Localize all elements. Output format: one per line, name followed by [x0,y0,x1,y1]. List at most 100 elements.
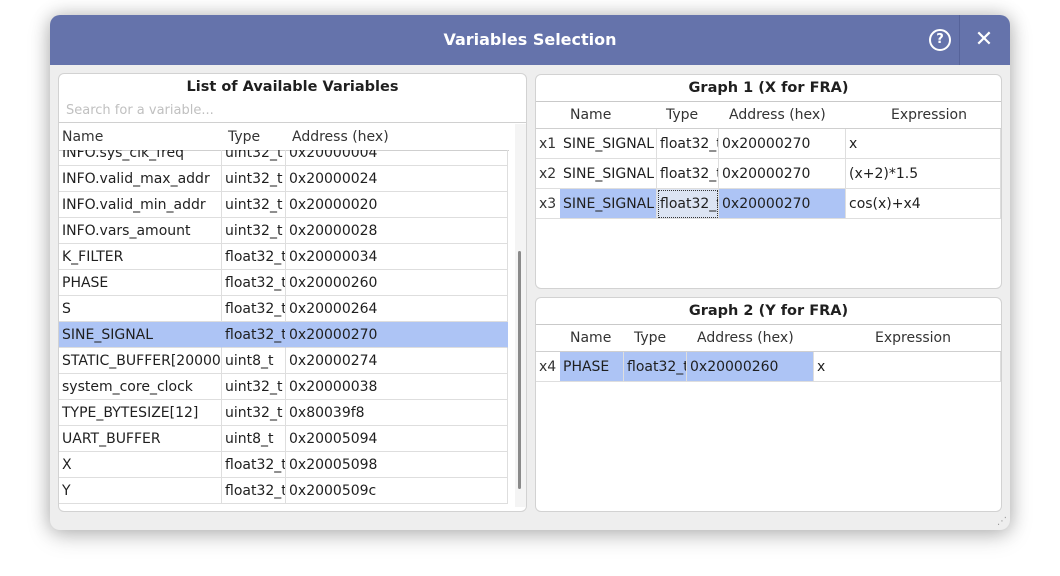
table-row[interactable]: x3 SINE_SIGNAL float32_t 0x20000270 cos(x)+x… [536,189,1001,219]
expression-field[interactable]: x [814,352,1001,382]
cell-address: 0x20000274 [286,348,508,374]
table-row[interactable]: PHASE float32_t 0x20000260 [59,270,509,296]
table-row[interactable]: INFO.valid_min_addr uint32_t 0x20000020 [59,192,509,218]
cell-name: INFO.sys_clk_freq [59,150,222,166]
expression-field[interactable]: (x+2)*1.5 [846,159,1001,189]
close-icon[interactable]: ✕ [970,25,998,55]
cell-name: INFO.vars_amount [59,218,222,244]
cell-type: uint32_t [222,150,286,166]
cell-name: X [59,452,222,478]
graph2-header-expression[interactable]: Expression [872,325,982,351]
cell-name: K_FILTER [59,244,222,270]
cell-type: float32_t [222,244,286,270]
scrollbar-thumb[interactable] [518,251,521,489]
cell-type: uint32_t [222,166,286,192]
cell-address: 0x20000270 [719,159,846,189]
cell-type: float32_t [222,270,286,296]
cell-address: 0x2000509c [286,478,508,504]
variables-selection-dialog: Variables Selection ? ✕ List of Availabl… [50,15,1010,530]
expression-field[interactable]: x [846,129,1001,159]
cell-type: float32_t [222,296,286,322]
table-row[interactable]: x1 SINE_SIGNAL float32_t 0x20000270 x [536,129,1001,159]
cell-address: 0x20000028 [286,218,508,244]
cell-type: float32_t [222,452,286,478]
cell-address: 0x20000004 [286,150,508,166]
cell-name: system_core_clock [59,374,222,400]
available-variables-panel: List of Available Variables Name Type Ad… [58,73,527,512]
table-row[interactable]: INFO.vars_amount uint32_t 0x20000028 [59,218,509,244]
row-id-label: x3 [536,189,560,219]
resize-grip-icon[interactable]: ⋰ [997,516,1007,527]
table-row[interactable]: x4 PHASE float32_t 0x20000260 x [536,352,1001,382]
graph2-title: Graph 2 (Y for FRA) [536,298,1001,325]
cell-address: 0x20000024 [286,166,508,192]
cell-name: SINE_SIGNAL [59,322,222,348]
table-row[interactable]: Yfloat32_t 0x2000509c [59,478,509,504]
row-id-label: x2 [536,159,560,189]
cell-type: uint32_t [222,400,286,426]
cell-type: float32_t [222,478,286,504]
cell-type: uint32_t [222,374,286,400]
cell-name: UART_BUFFER [59,426,222,452]
title-bar[interactable]: Variables Selection ? ✕ [50,15,1010,65]
table-row[interactable]: x2 SINE_SIGNAL float32_t 0x20000270 (x+2)*1.… [536,159,1001,189]
table-row[interactable]: Sfloat32_t 0x20000264 [59,296,509,322]
graph2-header-name[interactable]: Name [567,325,627,351]
row-id-label: x4 [536,352,560,382]
cell-address: 0x20000038 [286,374,508,400]
cell-address: 0x20000270 [719,129,846,159]
available-variables-table: INFO.sys_clk_freq uint32_t 0x20000004 INFO.… [59,150,509,510]
graph1-table: x1 SINE_SIGNAL float32_t 0x20000270 x x2 SINE_… [536,129,1001,279]
cell-name: TYPE_BYTESIZE[12] [59,400,222,426]
table-row[interactable]: Xfloat32_t 0x20005098 [59,452,509,478]
cell-name: S [59,296,222,322]
cell-name: STATIC_BUFFER[20000] [59,348,222,374]
cell-name: SINE_SIGNAL [560,159,657,189]
table-row[interactable]: TYPE_BYTESIZE[12] uint32_t 0x80039f8 [59,400,509,426]
table-row[interactable]: UART_BUFFER uint8_t 0x20005094 [59,426,509,452]
cell-name: PHASE [560,352,624,382]
cell-name: INFO.valid_min_addr [59,192,222,218]
cell-type: uint32_t [222,218,286,244]
table-row[interactable]: K_FILTER float32_t 0x20000034 [59,244,509,270]
cell-address: 0x20000034 [286,244,508,270]
cell-type: float32_t [657,129,719,159]
graph1-table-header: Name Type Address (hex) Expression [536,102,1001,129]
row-id-label: x1 [536,129,560,159]
graph1-header-name[interactable]: Name [567,102,631,128]
cell-name: INFO.valid_max_addr [59,166,222,192]
expression-field[interactable]: cos(x)+x4 [846,189,1001,219]
graph2-panel: Graph 2 (Y for FRA) Name Type Address (h… [535,297,1002,512]
help-icon[interactable]: ? [929,29,951,51]
cell-address: 0x20005094 [286,426,508,452]
search-input[interactable] [59,99,526,123]
cell-address: 0x20000260 [687,352,814,382]
graph2-header-type[interactable]: Type [631,325,691,351]
cell-name: SINE_SIGNAL [560,129,657,159]
graph1-title: Graph 1 (X for FRA) [536,75,1001,102]
column-header-name[interactable]: Name [59,124,222,150]
column-header-address[interactable]: Address (hex) [289,124,499,150]
graph1-header-address[interactable]: Address (hex) [726,102,851,128]
dialog-title: Variables Selection [443,30,617,49]
graph2-table: x4 PHASE float32_t 0x20000260 x [536,352,1001,502]
cell-type: float32_t [657,189,719,219]
cell-name: SINE_SIGNAL [560,189,657,219]
cell-type: uint8_t [222,348,286,374]
graph1-header-expression[interactable]: Expression [888,102,998,128]
vertical-scrollbar[interactable] [515,124,526,507]
table-row[interactable]: system_core_clock uint32_t 0x20000038 [59,374,509,400]
graph1-panel: Graph 1 (X for FRA) Name Type Address (h… [535,74,1002,289]
graph1-header-type[interactable]: Type [663,102,725,128]
graph2-table-header: Name Type Address (hex) Expression [536,325,1001,352]
cell-address: 0x20000270 [719,189,846,219]
graph2-header-address[interactable]: Address (hex) [694,325,814,351]
table-row[interactable]: STATIC_BUFFER[20000] uint8_t 0x20000274 [59,348,509,374]
table-row[interactable]: SINE_SIGNAL float32_t 0x20000270 [59,322,509,348]
available-table-header: Name Type Address (hex) [59,124,509,151]
available-variables-title: List of Available Variables [59,74,526,101]
cell-type: uint8_t [222,426,286,452]
table-row[interactable]: INFO.sys_clk_freq uint32_t 0x20000004 [59,150,509,166]
column-header-type[interactable]: Type [225,124,288,150]
table-row[interactable]: INFO.valid_max_addr uint32_t 0x20000024 [59,166,509,192]
